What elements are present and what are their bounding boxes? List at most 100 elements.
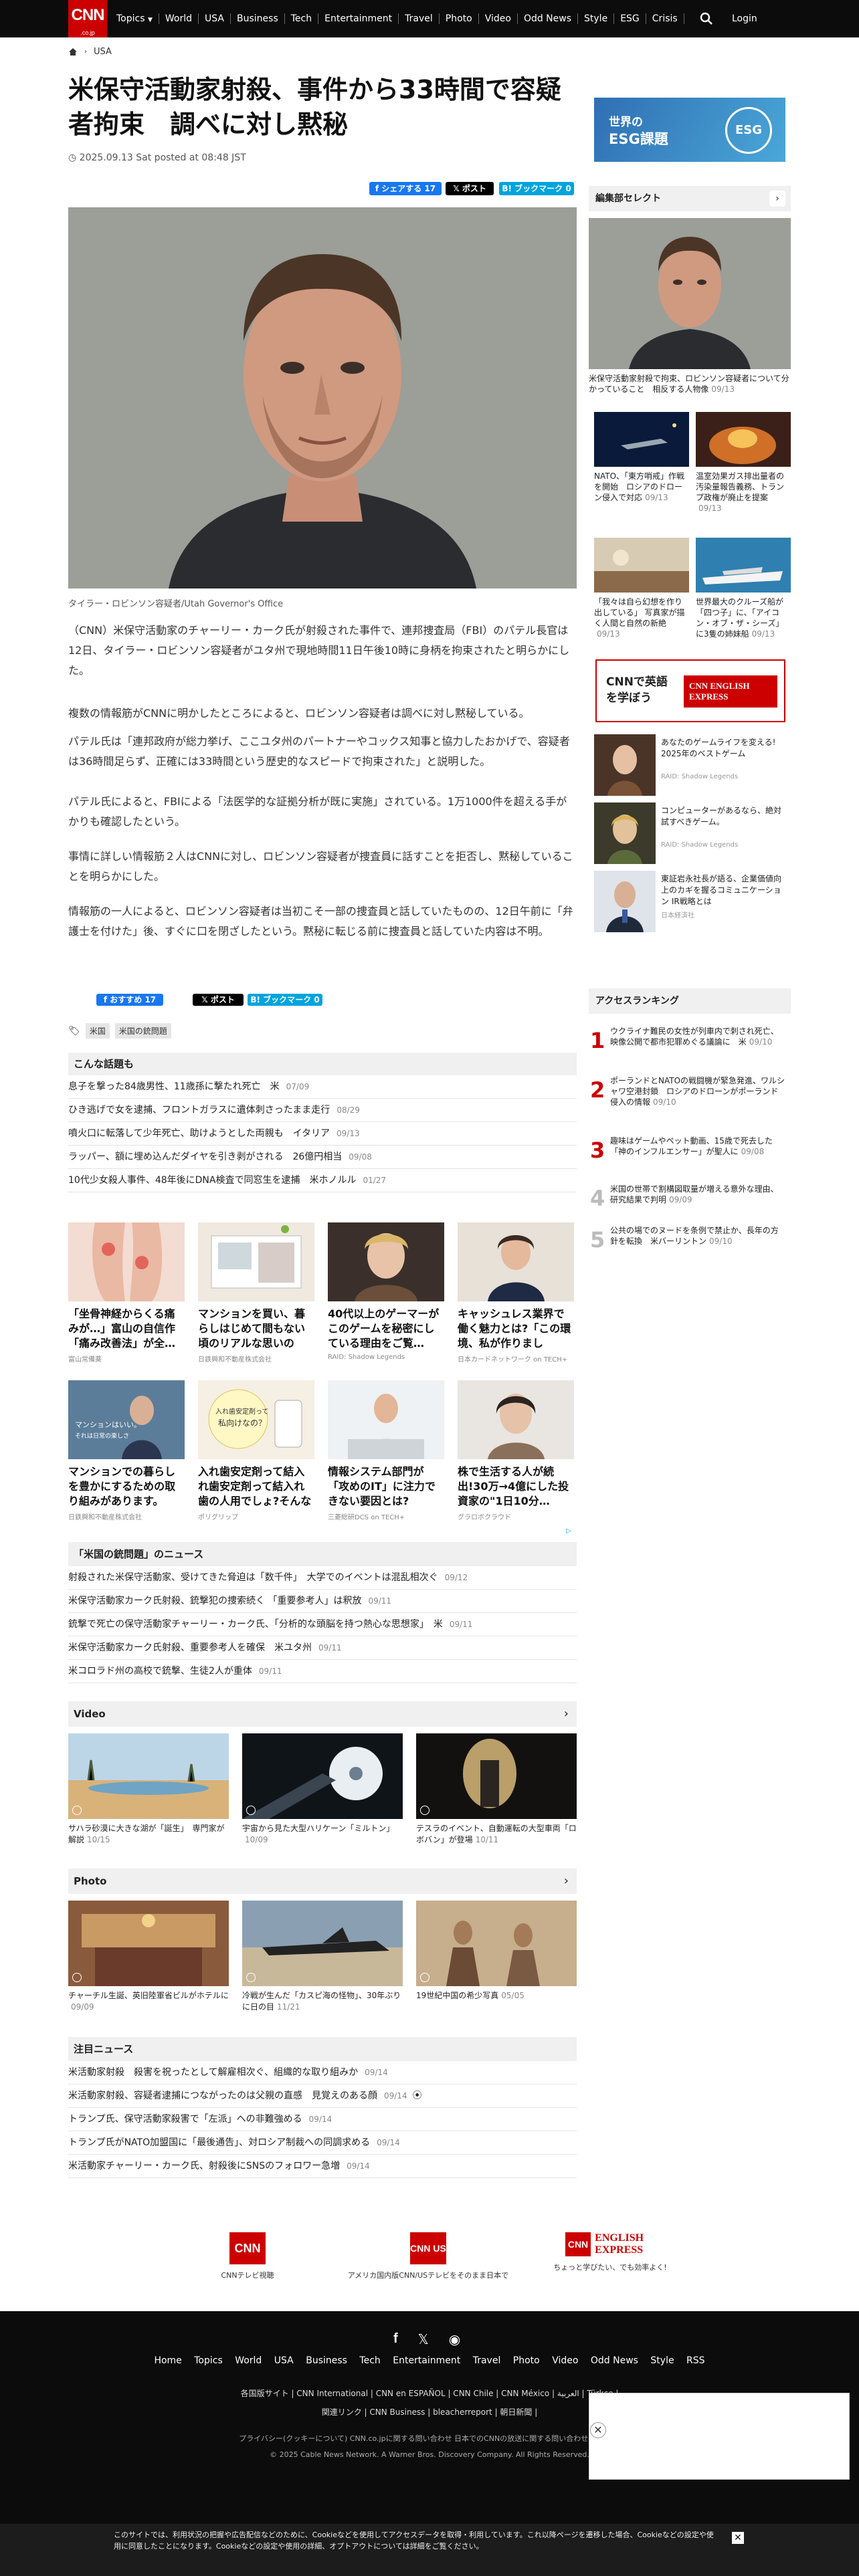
nav-item-entertainment[interactable]: Entertainment (324, 13, 392, 24)
english-express-banner[interactable]: CNNで英語を学ぼう CNN ENGLISH EXPRESS (595, 659, 785, 722)
sponsored-card[interactable]: マンションはいい。 それは日常の楽しさ マンションでの暮らしを豊かにするための取り… (68, 1380, 185, 1521)
tag-usa[interactable]: 米国 (85, 1023, 110, 1039)
nav-item-video[interactable]: Video (485, 13, 511, 24)
ranking-item[interactable]: 1 ウクライナ難民の女性が列車内で刺され死亡、映像公開で都市犯罪めぐる議論に 米0… (590, 1023, 788, 1073)
featured-item[interactable]: トランプ氏がNATO加盟国に「最後通告」、対ロシア制裁への同調求める 09/14 (68, 2131, 577, 2155)
close-icon[interactable]: ✕ (732, 2532, 744, 2544)
footer-link-usa[interactable]: USA (274, 2355, 294, 2366)
photo-card[interactable]: 19世紀中国の希少写真 05/05 (416, 1901, 577, 2002)
footer-link-travel[interactable]: Travel (473, 2355, 501, 2366)
related-item[interactable]: ひき逃げで女を逮捕、フロントガラスに遺体刺さったまま走行 08/29 (68, 1099, 577, 1122)
ranking-item[interactable]: 3 趣味はゲームやペット動画、15歳で死去した「神のインフルエンサー」が聖人に 09… (590, 1133, 788, 1182)
editors-select-header[interactable]: 編集部セレクト › (589, 186, 791, 211)
editors-thumb-card[interactable]: 温室効果ガス排出量者の汚染量報告義務、トランプ政権が廃止を提案 09/13 (696, 412, 791, 514)
nav-item-usa[interactable]: USA (205, 13, 224, 24)
news-item[interactable]: 銃撃で死亡の保守活動家チャーリー・カーク氏、「分析的な頭脳を持つ熱心な思想家」 … (68, 1613, 577, 1636)
photo-card[interactable]: 冷戦が生んだ「カスピ海の怪物」、30年ぶりに日の目 11/21 (242, 1901, 403, 2013)
ranking-item[interactable]: 5 公共の場でのヌードを条例で禁止か、長年の方針を転換 米バーリントン 09/10 (590, 1222, 788, 1272)
editors-thumb-card[interactable]: 「我々は自ら幻想を作り出している」 写真家が描く人間と自然の新絶09/13 (594, 538, 689, 639)
nav-item-crisis[interactable]: Crisis (652, 13, 678, 24)
ranking-item[interactable]: 2 ポーランドとNATOの戦闘機が緊急発進、ワルシャワ空港封鎖 ロシアのドローンが… (590, 1073, 788, 1122)
news-item[interactable]: 米コロラド州の高校で銃撃、生徒2人が重体 09/11 (68, 1660, 577, 1683)
photo-section-header[interactable]: Photo › (68, 1868, 577, 1894)
video-card[interactable]: 宇宙から見た大型ハリケーン「ミルトン」 10/09 (242, 1733, 403, 1846)
editors-thumb-card[interactable]: NATO、「東方哨戒」作戦を開始 ロシアのドローン侵入で対応 09/13 (594, 412, 689, 503)
pr-card[interactable]: コンピューターがあるなら、絶対試すべきゲーム。 RAID: Shadow Leg… (594, 802, 785, 864)
featured-item[interactable]: 米活動家射殺、容疑者逮捕につながったのは父親の直感 見覚えのある顔 09/14 ⦿ (68, 2084, 577, 2108)
related-item[interactable]: ラッパー、額に埋め込んだダイヤを引き剥がされる 26億円相当 09/08 (68, 1146, 577, 1169)
footer-link-entertainment[interactable]: Entertainment (393, 2355, 460, 2366)
login-link[interactable]: Login (732, 0, 757, 37)
x-post-button[interactable]: 𝕏 ポスト (446, 182, 494, 195)
news-item[interactable]: 射殺された米保守活動家、受けてきた脅迫は「数千件」 大学でのイベントは混乱相次ぐ… (68, 1566, 577, 1590)
rss-icon[interactable]: ◉ (449, 2331, 460, 2347)
facebook-icon[interactable]: f (393, 2331, 398, 2347)
footer-link-rss[interactable]: RSS (686, 2355, 705, 2366)
search-icon[interactable] (698, 11, 714, 27)
sponsored-card[interactable]: 入れ歯安定剤って 私向けなの？ 入れ歯安定剤って結入れ歯安定剤って結入れ歯の人用で… (198, 1380, 314, 1521)
video-section-header[interactable]: Video › (68, 1701, 577, 1727)
hatena-bookmark-button-bottom[interactable]: B! ブックマーク 0 (248, 994, 322, 1006)
pr-card[interactable]: 東証岩永社長が語る、企業価値向上のカギを握るコミュニケーション IR戦略とは 日… (594, 871, 785, 932)
sponsored-card[interactable]: 40代以上のゲーマーがこのゲームを秘密にしている理由をご覧… RAID: Sha… (328, 1222, 444, 1361)
nav-item-photo[interactable]: Photo (446, 13, 472, 24)
related-item[interactable]: 息子を撃った84歳男性、11歳孫に撃たれ死亡 米 07/09 (68, 1075, 577, 1099)
sponsored-card[interactable]: キャッシュレス業界で働く魅力とは?「この環境、私が作りました」… 日本カードネッ… (458, 1222, 574, 1364)
photo-card[interactable]: チャーチル生誕、英旧陸軍省ビルがホテルに 09/09 (68, 1901, 229, 2013)
camera-icon (420, 1973, 430, 1982)
home-icon[interactable] (68, 47, 78, 56)
footer-link-home[interactable]: Home (154, 2355, 181, 2366)
related-item[interactable]: 噴火口に転落して少年死亡、助けようとした両親も イタリア 09/13 (68, 1122, 577, 1146)
breadcrumb-usa[interactable]: USA (94, 47, 112, 57)
nav-item-world[interactable]: World (165, 13, 192, 24)
facebook-share-button[interactable]: f シェアする 17 (369, 182, 442, 195)
floating-ad[interactable] (589, 2393, 850, 2480)
ranking-number: 4 (590, 1186, 605, 1211)
footer-link-odd-news[interactable]: Odd News (591, 2355, 638, 2366)
footer-link-video[interactable]: Video (552, 2355, 578, 2366)
news-item[interactable]: 米保守活動家カーク氏射殺、重要参考人を確保 米ユタ州 09/11 (68, 1636, 577, 1660)
footer-link-photo[interactable]: Photo (513, 2355, 540, 2366)
nav-item-tech[interactable]: Tech (291, 13, 312, 24)
footer-link-tech[interactable]: Tech (359, 2355, 380, 2366)
cnn-tv-link[interactable]: CNN CNNテレビ視聴 (201, 2232, 294, 2280)
editors-thumb-card[interactable]: 世界最大のクルーズ船が「四つ子」に、「アイコン・オブ・ザ・シーズ」に3隻の姉妹船… (696, 538, 791, 639)
nav-item-style[interactable]: Style (584, 13, 607, 24)
footer-link-style[interactable]: Style (650, 2355, 674, 2366)
nav-item-esg[interactable]: ESG (620, 13, 640, 24)
sponsored-card[interactable]: マンションを買い、暮らしはじめて間もない頃のリアルな思いのス… 日鉄興和不動産株… (198, 1222, 314, 1364)
cnn-us-link[interactable]: CNN US アメリカ国内版CNN/USテレビをそのまま日本で (341, 2232, 515, 2280)
english-express-link[interactable]: CNN ENGLISH EXPRESS ちょっと学びたい、でも効率よく! (550, 2232, 670, 2272)
cnn-logo[interactable]: CNN .co.jp (68, 0, 107, 37)
nav-item-travel[interactable]: Travel (405, 13, 433, 24)
news-item-title: 米コロラド州の高校で銃撃、生徒2人が重体 (68, 1666, 252, 1677)
esg-banner[interactable]: 世界の ESG課題 ESG (594, 98, 785, 162)
pr-card[interactable]: あなたのゲームライフを変える! 2025年のベストゲーム RAID: Shado… (594, 734, 785, 796)
featured-item[interactable]: 米活動家チャーリー・カーク氏、射殺後にSNSのフォロワー急増 09/14 (68, 2155, 577, 2178)
sponsored-card[interactable]: 情報システム部門が「攻めのIT」に注力できない要因とは? 三菱総研DCS on … (328, 1380, 444, 1521)
footer-link-topics[interactable]: Topics (194, 2355, 223, 2366)
footer-link-business[interactable]: Business (306, 2355, 347, 2366)
footer-nav: Home Topics World USA Business Tech Ente… (0, 2355, 859, 2366)
editors-lead-card[interactable]: 米保守活動家射殺で拘束、ロビンソン容疑者について分かっていること 相反する人物像… (589, 218, 791, 395)
facebook-recommend-button[interactable]: f おすすめ 17 (96, 994, 163, 1006)
nav-item-topics[interactable]: Topics ▼ (116, 13, 153, 24)
sponsored-card[interactable]: 株で生活する人が続出!30万→4億にした投資家の"1日10分… グラロボクラウド (458, 1380, 574, 1521)
news-item[interactable]: 米保守活動家カーク氏射殺、銃撃犯の捜索続く 「重要参考人」は釈放 09/11 (68, 1590, 577, 1613)
tag-us-gun-issue[interactable]: 米国の銃問題 (114, 1023, 171, 1039)
featured-item[interactable]: 米活動家射殺 殺害を祝ったとして解雇相次ぐ、組織的な取り組みか 09/14 (68, 2061, 577, 2084)
hatena-bookmark-button[interactable]: B! ブックマーク 0 (499, 182, 574, 195)
video-card[interactable]: サハラ砂漠に大きな湖が「誕生」 専門家が解説 10/15 (68, 1733, 229, 1846)
sponsored-card[interactable]: 「坐骨神経からくる痛みが…」富山の自信作「痛み改善法」が全… 富山常備薬 (68, 1222, 185, 1364)
related-item[interactable]: 10代少女殺人事件、48年後にDNA検査で同窓生を逮捕 米ホノルル 01/27 (68, 1169, 577, 1192)
adchoices-icon[interactable]: ▷ (566, 1527, 574, 1535)
featured-item[interactable]: トランプ氏、保守活動家殺害で「左派」への非難強める 09/14 (68, 2108, 577, 2131)
x-post-button-bottom[interactable]: 𝕏 ポスト (193, 994, 244, 1006)
x-icon[interactable]: 𝕏 (418, 2331, 429, 2347)
video-card[interactable]: テスラのイベント、自動運転の大型車両「ロボバン」が登場 10/11 (416, 1733, 577, 1846)
ad-banner-subtext: 私向けなの？ (218, 1418, 266, 1428)
nav-item-odd-news[interactable]: Odd News (524, 13, 571, 24)
close-icon[interactable]: ✕ (590, 2422, 606, 2438)
nav-item-business[interactable]: Business (237, 13, 278, 24)
footer-link-world[interactable]: World (235, 2355, 262, 2366)
